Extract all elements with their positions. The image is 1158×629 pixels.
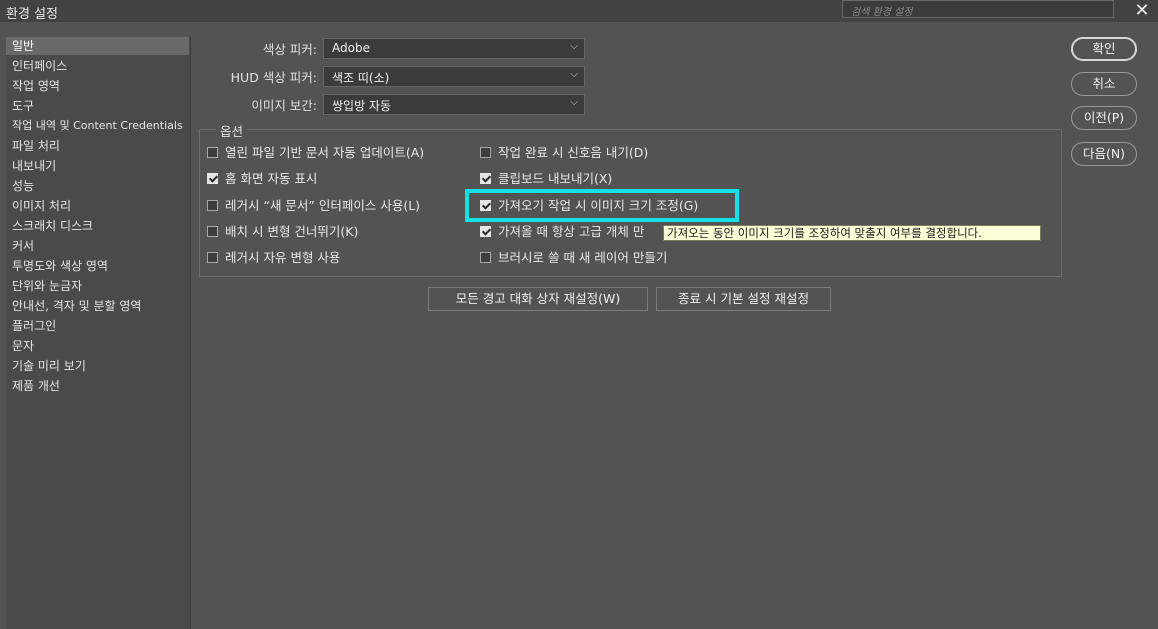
sidebar-item-performance[interactable]: 성능 (6, 177, 189, 195)
color-picker-label: 색상 피커: (262, 42, 317, 57)
sidebar-item-general[interactable]: 일반 (6, 37, 189, 55)
title-bar: 환경 설정 검색 환경 설정 ✕ (0, 0, 1158, 22)
sidebar: 일반 인터페이스 작업 영역 도구 작업 내역 및 Content Creden… (6, 37, 191, 629)
hud-picker-label: HUD 색상 피커: (230, 70, 317, 85)
sidebar-item-transparency[interactable]: 투명도와 색상 영역 (6, 257, 189, 275)
chevron-down-icon: ⌵ (570, 97, 578, 108)
search-input[interactable]: 검색 환경 설정 (842, 0, 1114, 18)
checkbox-label: 열린 파일 기반 문서 자동 업데이트(A) (225, 145, 425, 160)
hud-picker-select[interactable]: 색조 띠(소) ⌵ (323, 66, 585, 87)
checkbox-box[interactable] (207, 173, 218, 184)
sidebar-item-tools[interactable]: 도구 (6, 97, 189, 115)
sidebar-item-improvement[interactable]: 제품 개선 (6, 377, 189, 395)
checkbox-box[interactable] (207, 147, 218, 158)
interpolation-select[interactable]: 쌍입방 자동 ⌵ (323, 94, 585, 115)
sidebar-item-export[interactable]: 내보내기 (6, 157, 189, 175)
checkbox-label: 클립보드 내보내기(X) (498, 171, 613, 186)
sidebar-item-interface[interactable]: 인터페이스 (6, 57, 189, 75)
sidebar-item-tech-preview[interactable]: 기술 미리 보기 (6, 357, 189, 375)
focus-highlight (465, 189, 739, 222)
checkbox-box[interactable] (207, 200, 218, 211)
checkbox-label: 가져올 때 항상 고급 개체 만 (498, 224, 645, 239)
chevron-down-icon: ⌵ (570, 69, 578, 80)
checkbox-box[interactable] (207, 226, 218, 237)
checkbox-label: 배치 시 변형 건너뛰기(K) (225, 224, 359, 239)
sidebar-item-workspace[interactable]: 작업 영역 (6, 77, 189, 95)
next-button[interactable]: 다음(N) (1071, 142, 1137, 166)
checkbox-box[interactable] (480, 226, 491, 237)
sidebar-item-cursors[interactable]: 커서 (6, 237, 189, 255)
sidebar-item-units[interactable]: 단위와 눈금자 (6, 277, 189, 295)
options-legend: 옵션 (216, 121, 248, 140)
checkbox-box[interactable] (480, 252, 491, 263)
checkbox-label: 홈 화면 자동 표시 (225, 171, 318, 186)
checkbox-box[interactable] (480, 173, 491, 184)
cancel-button[interactable]: 취소 (1071, 72, 1137, 96)
reset-warnings-button[interactable]: 모든 경고 대화 상자 재설정(W) (428, 287, 648, 311)
prev-button[interactable]: 이전(P) (1071, 106, 1137, 130)
hud-picker-value: 색조 띠(소) (332, 71, 390, 85)
checkbox-label: 레거시 “새 문서” 인터페이스 사용(L) (225, 198, 421, 213)
sidebar-item-file-handling[interactable]: 파일 처리 (6, 137, 189, 155)
reset-on-quit-button[interactable]: 종료 시 기본 설정 재설정 (656, 287, 831, 311)
color-picker-select[interactable]: Adobe ⌵ (323, 38, 585, 59)
chevron-down-icon: ⌵ (570, 41, 578, 52)
checkbox-label: 브러시로 쓸 때 새 레이어 만들기 (498, 250, 668, 265)
checkbox-box[interactable] (207, 252, 218, 263)
checkbox-label: 작업 완료 시 신호음 내기(D) (498, 145, 649, 160)
window-title: 환경 설정 (6, 7, 58, 22)
checkbox-label: 레거시 자유 변형 사용 (225, 250, 341, 265)
sidebar-item-plugins[interactable]: 플러그인 (6, 317, 189, 335)
sidebar-item-scratch-disks[interactable]: 스크래치 디스크 (6, 217, 189, 235)
sidebar-item-type[interactable]: 문자 (6, 337, 189, 355)
ok-button[interactable]: 확인 (1071, 37, 1137, 61)
close-icon[interactable]: ✕ (1132, 0, 1152, 22)
interpolation-label: 이미지 보간: (251, 98, 317, 113)
tooltip: 가져오는 동안 이미지 크기를 조정하여 맞출지 여부를 결정합니다. (663, 225, 1041, 241)
sidebar-item-guides[interactable]: 안내선, 격자 및 분할 영역 (6, 297, 189, 315)
sidebar-item-history[interactable]: 작업 내역 및 Content Credentials (6, 117, 189, 135)
checkbox-box[interactable] (480, 147, 491, 158)
interpolation-value: 쌍입방 자동 (332, 99, 392, 113)
color-picker-value: Adobe (332, 41, 370, 55)
sidebar-item-image-processing[interactable]: 이미지 처리 (6, 197, 189, 215)
